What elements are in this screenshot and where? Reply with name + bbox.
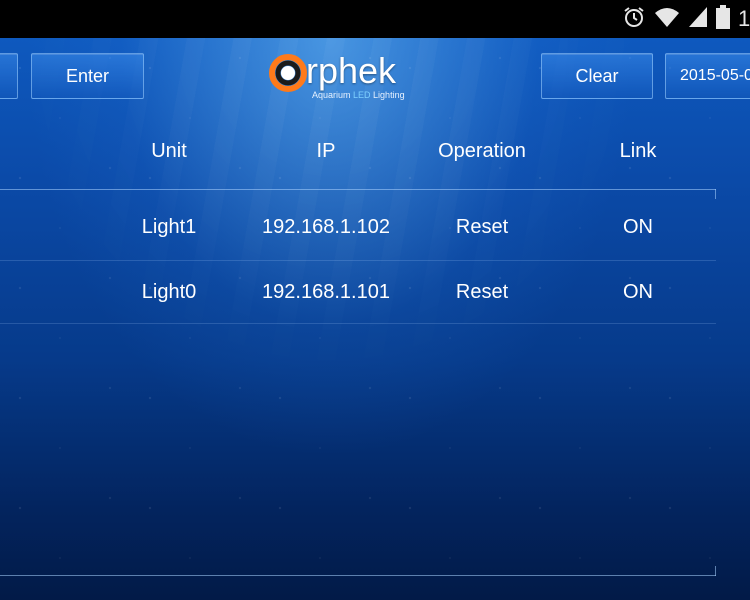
row-1-unit: Light0 [141,281,197,303]
row-1-link-status[interactable]: ON [590,281,686,304]
logo-tagline-pre: Aquarium [312,90,354,100]
bottom-divider [0,575,716,576]
logo-tagline-post: Lighting [370,90,405,100]
logo-tagline: Aquarium LED Lighting [312,90,405,100]
row-0-reset-button[interactable]: Reset [420,216,544,239]
row-0-divider [0,260,716,261]
row-0-unit: Light1 [141,216,197,238]
row-0-ip: 192.168.1.102 [262,216,390,238]
row-0-link-status[interactable]: ON [590,216,686,239]
row-1-divider [0,323,716,324]
signal-icon [688,6,708,33]
alarm-icon [622,5,646,34]
row-1-reset-button[interactable]: Reset [420,281,544,304]
status-bar: 1 [0,0,750,38]
header-link: Link [619,140,657,162]
clear-button[interactable]: Clear [541,53,653,99]
row-1-ip: 192.168.1.101 [262,281,390,303]
date-button[interactable]: 2015-05-0 [665,53,750,99]
header-operation: Operation [438,140,526,162]
status-icons: 1 [622,0,750,38]
light-rays-background [0,38,750,600]
battery-icon [716,4,730,34]
wifi-icon [654,6,680,33]
logo-wordmark: rphek [306,50,397,91]
orphek-logo: rphek Aquarium LED Lighting [268,50,428,106]
bottom-divider-tick [715,566,716,576]
app-screen: 1 Enter rphek Aquarium LED Lighting Clea… [0,0,750,600]
enter-button[interactable]: Enter [31,53,144,99]
header-divider-tick [715,189,716,199]
logo-o-ring-icon [269,54,307,92]
status-time: 1 [738,6,750,31]
left-partial-button[interactable] [0,53,18,99]
logo-tagline-led: LED [353,90,371,100]
water-droplets-background [0,38,750,600]
header-divider [0,189,716,190]
header-ip: IP [316,140,336,162]
header-unit: Unit [151,140,187,162]
